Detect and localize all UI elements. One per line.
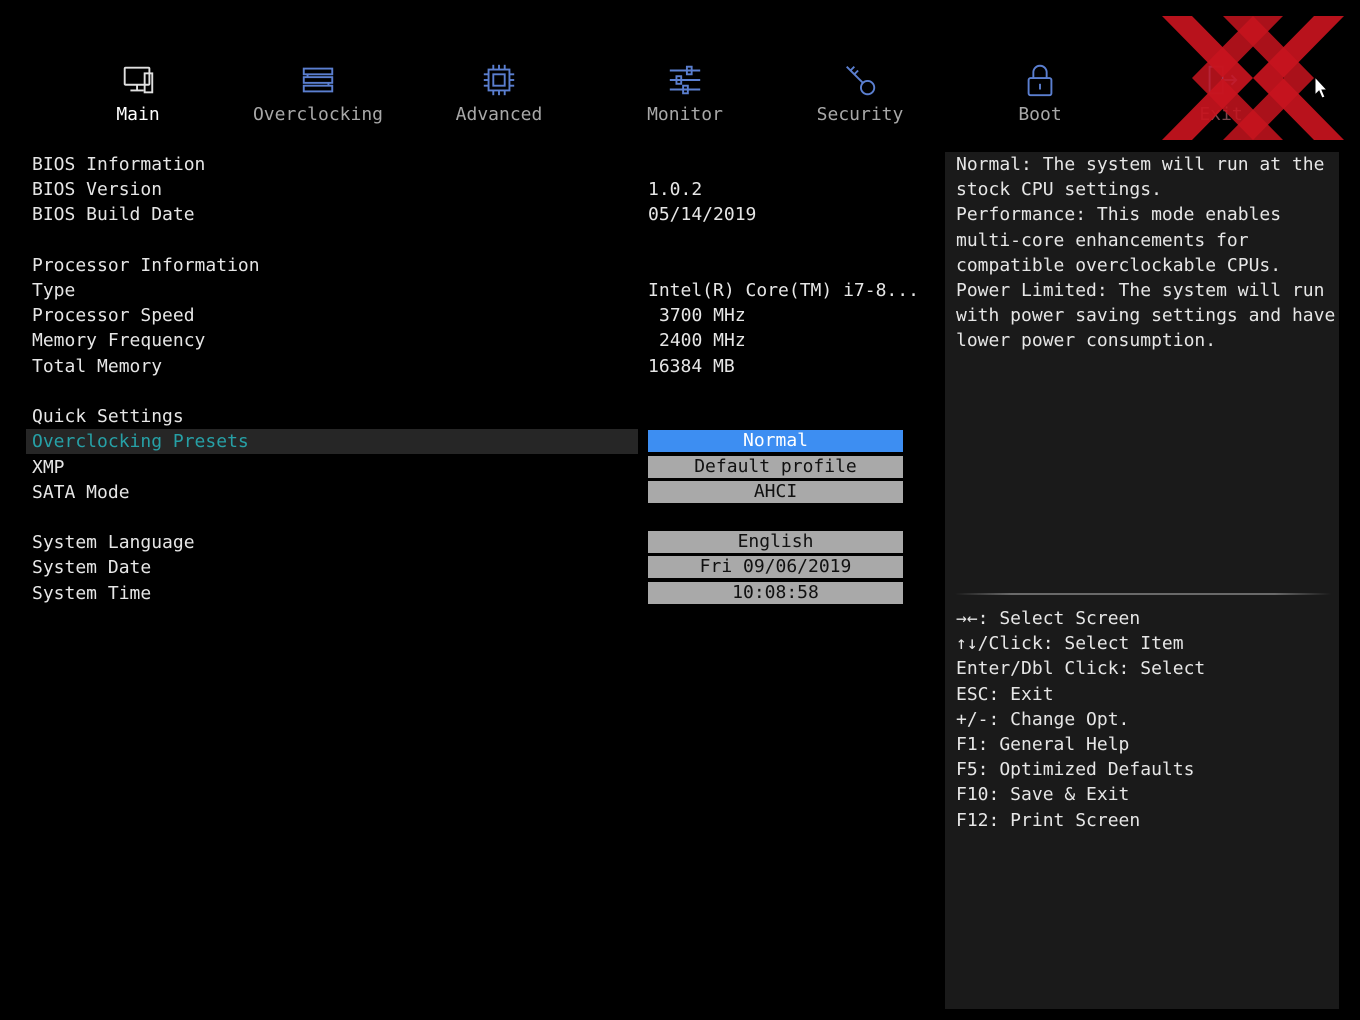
xmp-select[interactable]: Default profile (648, 456, 903, 478)
tab-label: Overclocking (252, 104, 384, 125)
sata-mode-label[interactable]: SATA Mode (26, 480, 638, 505)
system-time-field[interactable]: 10:08:58 (648, 582, 903, 604)
tab-monitor[interactable]: Monitor (610, 60, 760, 125)
key-legend-line: +/-: Change Opt. (956, 708, 1130, 730)
top-navigation: Main Overclocking Advanced Monitor Secur… (0, 0, 1360, 140)
tab-label: Advanced (455, 104, 543, 125)
help-line: stock CPU settings. (956, 179, 1162, 201)
bios-build-date-label: BIOS Build Date (32, 204, 195, 225)
xmp-label[interactable]: XMP (26, 455, 638, 480)
help-line: compatible overclockable CPUs. (956, 254, 1282, 276)
key-legend-line: ↑↓/Click: Select Item (956, 633, 1184, 655)
processor-info-header: Processor Information (32, 255, 260, 276)
system-date-label[interactable]: System Date (26, 555, 638, 580)
key-legend-line: ESC: Exit (956, 683, 1054, 705)
tab-label: Monitor (647, 104, 723, 125)
key-legend-line: F12: Print Screen (956, 809, 1141, 831)
sata-mode-select[interactable]: AHCI (648, 481, 903, 503)
system-date-field[interactable]: Fri 09/06/2019 (648, 556, 903, 578)
tab-main[interactable]: Main (63, 60, 213, 125)
key-legend-line: F1: General Help (956, 734, 1130, 756)
tab-label: Main (116, 104, 160, 125)
item-help-text: Normal: The system will run at the stock… (956, 152, 1336, 354)
lock-icon (1020, 60, 1060, 100)
processor-speed-value: 3700 MHz (659, 305, 746, 326)
memory-frequency-value: 2400 MHz (659, 330, 746, 351)
help-line: lower power consumption. (956, 330, 1217, 352)
total-memory-label: Total Memory (32, 356, 163, 377)
key-legend: →←: Select Screen ↑↓/Click: Select Item … (956, 606, 1336, 833)
help-line: with power saving settings and have (956, 305, 1336, 327)
processor-speed-label: Processor Speed (32, 305, 195, 326)
monitor-pc-icon (118, 60, 158, 100)
tab-label: Security (816, 104, 904, 125)
main-settings-panel: BIOS Information BIOS Version 1.0.2 BIOS… (0, 150, 930, 1020)
help-line: Power Limited: The system will run (956, 280, 1325, 302)
key-legend-line: Enter/Dbl Click: Select (956, 658, 1206, 680)
key-legend-line: →←: Select Screen (956, 608, 1141, 629)
quick-settings-header: Quick Settings (32, 406, 184, 427)
system-time-label[interactable]: System Time (26, 581, 638, 606)
tab-overclocking[interactable]: Overclocking (243, 60, 393, 125)
tab-boot[interactable]: Boot (965, 60, 1115, 125)
total-memory-value: 16384 MB (648, 356, 735, 377)
bios-version-value: 1.0.2 (648, 179, 703, 200)
mouse-cursor-icon (1314, 76, 1329, 99)
overclocking-presets-label[interactable]: Overclocking Presets (26, 429, 638, 454)
memory-stack-icon (298, 60, 338, 100)
chip-icon (479, 60, 519, 100)
key-legend-line: F5: Optimized Defaults (956, 759, 1195, 781)
panel-divider (955, 593, 1331, 595)
help-line: Performance: This mode enables (956, 204, 1282, 226)
overclocking-presets-select[interactable]: Normal (648, 430, 903, 452)
tab-advanced[interactable]: Advanced (424, 60, 574, 125)
system-language-label[interactable]: System Language (26, 530, 638, 555)
help-panel: Normal: The system will run at the stock… (945, 152, 1339, 1009)
bios-build-date-value: 05/14/2019 (648, 204, 757, 225)
tab-security[interactable]: Security (785, 60, 935, 125)
bios-version-label: BIOS Version (32, 179, 163, 200)
help-line: Normal: The system will run at the (956, 154, 1325, 175)
help-line: multi-core enhancements for (956, 229, 1249, 251)
key-legend-line: F10: Save & Exit (956, 784, 1130, 806)
processor-type-label: Type (32, 280, 76, 301)
memory-frequency-label: Memory Frequency (32, 330, 206, 351)
sliders-icon (665, 60, 705, 100)
tab-label: Boot (1018, 104, 1062, 125)
bios-info-header: BIOS Information (32, 154, 206, 175)
system-language-select[interactable]: English (648, 531, 903, 553)
processor-type-value: Intel(R) Core(TM) i7-8... (648, 280, 919, 301)
key-icon (840, 60, 880, 100)
